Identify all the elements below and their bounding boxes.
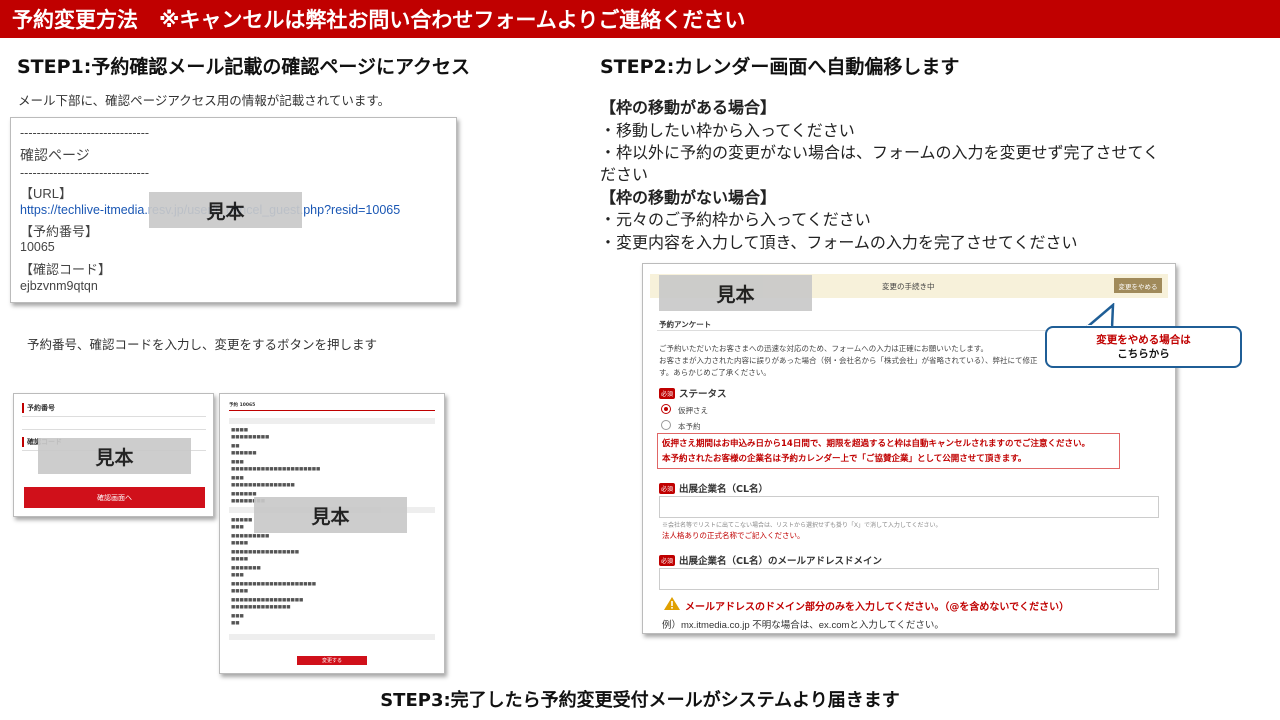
status-heading: ステータス [679, 389, 727, 400]
company-name-input[interactable] [659, 496, 1159, 518]
intro-line1: ご予約いただいたお客さまへの迅速な対応のため、フォームへの入力は正確にお願いいた… [659, 344, 989, 353]
detail-row: ■■■■■■ [231, 492, 257, 497]
callout-line2: こちらから [1117, 348, 1170, 360]
step1-title: STEP1:予約確認メール記載の確認ページにアクセス [17, 56, 471, 78]
email-resv-no: 10065 [20, 240, 55, 254]
case1-line1: ・移動したい枠から入ってください [600, 121, 855, 140]
detail-row: ■■■ [231, 525, 244, 530]
radio-provisional[interactable] [661, 404, 671, 414]
step1-note2: 予約番号、確認コードを入力し、変更をするボタンを押します [27, 337, 378, 352]
intro-line3: す。あらかじめご了承ください。 [659, 368, 771, 377]
detail-row: ■■■■■ [231, 518, 253, 523]
detail-row: ■■■■■■■■■■■■■■■■■ [231, 598, 304, 603]
detail-row: ■■■ [231, 476, 244, 481]
domain-field-heading: 出展企業名（CL名）のメールアドレスドメイン [679, 556, 883, 567]
company-field-heading: 出展企業名（CL名） [679, 484, 769, 495]
sample-watermark: 見本 [149, 192, 302, 228]
detail-row: ■■ [231, 621, 240, 626]
detail-row: ■■■■■■■■■■■■■■■ [231, 483, 295, 488]
callout-line1: 変更をやめる場合は [1096, 334, 1191, 346]
detail-row: ■■■■ [231, 589, 249, 594]
detail-row: ■■■■ [231, 541, 249, 546]
warning-line2: 本予約されたお客様の企業名は予約カレンダー上で「ご協賛企業」として公開させて頂き… [662, 454, 1027, 464]
step3-title: STEP3:完了したら予約変更受付メールがシステムより届きます [380, 690, 900, 711]
warning-line1: 仮押さえ期間はお申込み日から14日間で、期限を超過すると枠は自動キャンセルされま… [662, 439, 1090, 449]
detail-section-bar [229, 634, 435, 640]
header-bar: 予約変更方法 ※キャンセルは弊社お問い合わせフォームよりご連絡ください [0, 0, 1280, 38]
case1-line3: ださい [600, 165, 649, 184]
radio-confirmed[interactable] [661, 420, 671, 430]
stop-change-callout: 変更をやめる場合は こちらから [1045, 326, 1242, 368]
required-badge: 必須 [659, 388, 676, 399]
sample-watermark: 見本 [254, 497, 407, 533]
sample-watermark: 見本 [38, 438, 191, 474]
detail-row: ■■■■ [231, 557, 249, 562]
case2-line2: ・変更内容を入力して頂き、フォームの入力を完了させてください [600, 233, 1078, 252]
radio-provisional-label: 仮押さえ [678, 406, 708, 415]
detail-row: ■■■■■■■■■ [231, 534, 270, 539]
page-title: 予約変更方法 ※キャンセルは弊社お問い合わせフォームよりご連絡ください [12, 8, 746, 32]
detail-row: ■■■■■■■■■■■■■■ [231, 605, 291, 610]
divider [22, 429, 206, 430]
login-form-screenshot: 予約番号 確認コード 確認画面へ 見本 [13, 393, 214, 517]
email-resv-no-label: 【予約番号】 [20, 224, 99, 239]
resv-no-input[interactable] [22, 416, 206, 417]
case2-line1: ・元々のご予約枠から入ってください [600, 210, 871, 229]
mail-domain-input[interactable] [659, 568, 1159, 590]
required-badge: 必須 [659, 555, 676, 566]
detail-row: ■■■■■■ [231, 451, 257, 456]
email-screenshot: ------------------------------- 確認ページ --… [10, 117, 457, 303]
detail-row: ■■■■■■■■■■■■■■■■■■■■■ [231, 467, 321, 472]
email-dashes-bottom: ------------------------------- [20, 166, 150, 180]
intro-line2: お客さまが入力された内容に誤りがあった場合（例・会社名から「株式会社」が省略され… [659, 356, 1038, 365]
detail-row: ■■ [231, 444, 240, 449]
domain-warning: メールアドレスのドメイン部分のみを入力してください。（@を含めないでください） [685, 602, 1070, 613]
stop-change-button[interactable]: 変更をやめる [1114, 278, 1162, 293]
detail-row: ■■■ [231, 614, 244, 619]
case2-heading: 【枠の移動がない場合】 [600, 188, 777, 207]
change-button[interactable]: 変更する [297, 656, 367, 665]
email-code: ejbzvnm9qtqn [20, 279, 98, 293]
detail-title: 予約 10065 [229, 403, 256, 408]
sample-watermark: 見本 [659, 275, 812, 311]
detail-row: ■■■■■■■■■■■■■■■■ [231, 550, 300, 555]
resv-no-label: 予約番号 [22, 403, 55, 413]
detail-row: ■■■■ [231, 428, 249, 433]
section-title: 予約アンケート [659, 320, 712, 329]
detail-section-bar [229, 418, 435, 424]
domain-example: 例）mx.itmedia.co.jp 不明な場合は、ex.comと入力してくださ… [662, 620, 944, 631]
step1-note: メール下部に、確認ページアクセス用の情報が記載されています。 [18, 93, 391, 108]
detail-row: ■■■■■■■ [231, 566, 261, 571]
reservation-detail-screenshot: 予約 10065 ■■■■ ■■■■■■■■■ ■■ ■■■■■■ ■■■ ■■… [219, 393, 445, 674]
email-code-label: 【確認コード】 [20, 262, 112, 277]
detail-row: ■■■ [231, 573, 244, 578]
company-field-note1: ※会社名等でリストに出てこない場合は、リストから選択せずも掛り「X」で消して入力… [662, 523, 942, 529]
step2-title: STEP2:カレンダー画面へ自動偏移します [600, 56, 960, 78]
detail-title-rule [229, 410, 435, 411]
email-url-label: 【URL】 [20, 186, 73, 201]
email-confirm-page: 確認ページ [20, 147, 90, 163]
detail-row: ■■■■■■■■■■■■■■■■■■■■ [231, 582, 317, 587]
company-field-note2: 法人格ありの正式名称でご記入ください。 [662, 531, 805, 540]
case1-line2: ・枠以外に予約の変更がない場合は、フォームの入力を変更せず完了させてく [600, 143, 1160, 162]
confirm-button[interactable]: 確認画面へ [24, 487, 205, 508]
warning-icon [664, 597, 680, 610]
detail-row: ■■■■■■■■■ [231, 435, 270, 440]
case1-heading: 【枠の移動がある場合】 [600, 98, 777, 117]
required-badge: 必須 [659, 483, 676, 494]
status-text: 変更の手続き中 [882, 282, 935, 291]
email-dashes-top: ------------------------------- [20, 126, 150, 140]
radio-confirmed-label: 本予約 [678, 422, 701, 431]
detail-row: ■■■ [231, 460, 244, 465]
